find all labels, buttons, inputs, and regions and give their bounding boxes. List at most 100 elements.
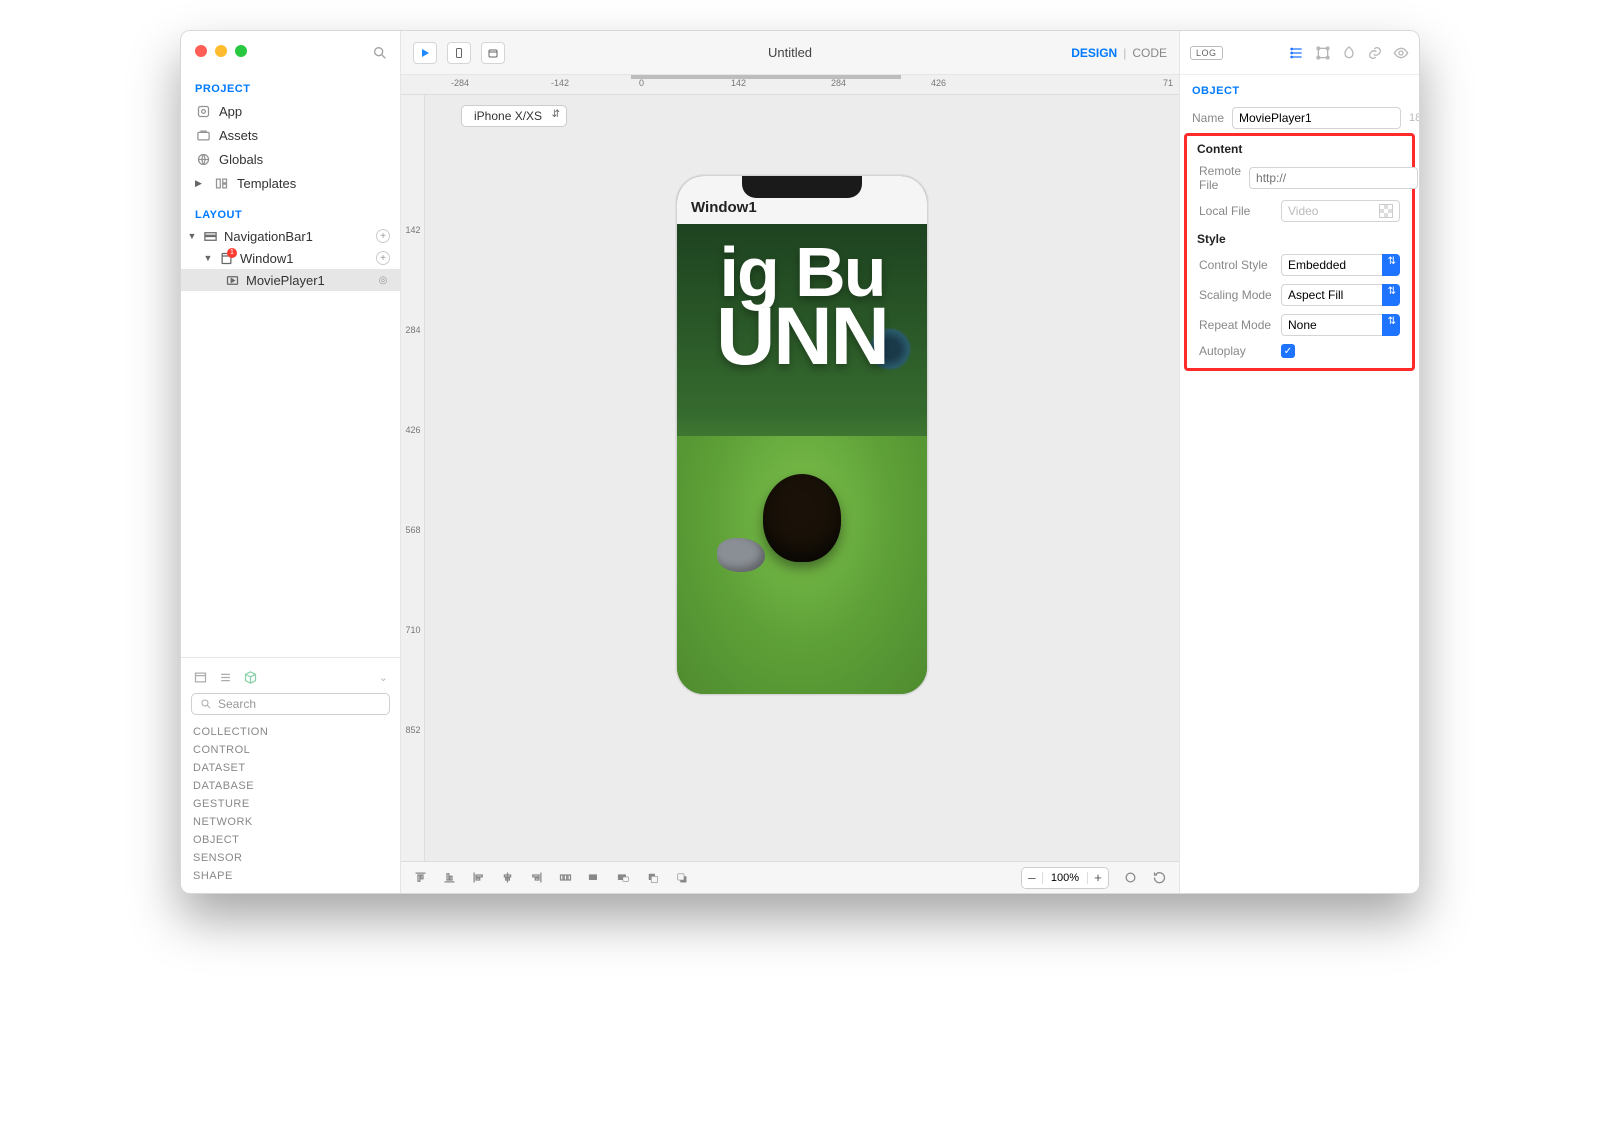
project-item-templates[interactable]: ▶ Templates <box>181 171 400 195</box>
library-category[interactable]: SENSOR <box>191 849 390 867</box>
minimize-window-button[interactable] <box>215 45 227 57</box>
design-canvas[interactable]: iPhone X/XS Window1 ig Bu UNN <box>425 95 1179 861</box>
align-left-icon[interactable] <box>471 870 486 885</box>
layout-section-label: LAYOUT <box>181 201 400 225</box>
align-right-icon[interactable] <box>529 870 544 885</box>
properties-tab-icon[interactable] <box>1289 45 1305 61</box>
object-section-label: OBJECT <box>1180 75 1419 103</box>
repeat-mode-select[interactable]: None <box>1281 314 1400 336</box>
remote-file-input[interactable] <box>1249 167 1418 189</box>
fullscreen-window-button[interactable] <box>235 45 247 57</box>
align-bottom-icon[interactable] <box>442 870 457 885</box>
app-window: PROJECT App Assets Globals ▶ Templates L… <box>180 30 1420 894</box>
disclosure-triangle-icon[interactable]: ▼ <box>187 231 197 241</box>
disclosure-triangle-icon[interactable]: ▼ <box>203 253 213 263</box>
property-label: Remote File <box>1199 164 1241 192</box>
zoom-value: 100% <box>1042 872 1088 884</box>
layout-item-navigationbar[interactable]: ▼ NavigationBar1 + <box>181 225 400 247</box>
project-sidebar: PROJECT App Assets Globals ▶ Templates L… <box>181 31 401 893</box>
calendar-button[interactable] <box>481 42 505 64</box>
device-button[interactable] <box>447 42 471 64</box>
control-style-select[interactable]: Embedded <box>1281 254 1400 276</box>
library-category[interactable]: GESTURE <box>191 795 390 813</box>
window-icon: 1 <box>219 251 234 266</box>
link-tab-icon[interactable] <box>1367 45 1383 61</box>
library-category[interactable]: NETWORK <box>191 813 390 831</box>
rotate-icon[interactable] <box>1152 870 1167 885</box>
zoom-out-button[interactable]: – <box>1022 868 1042 888</box>
zoom-control: – 100% + <box>1021 867 1109 889</box>
fit-icon[interactable] <box>1123 870 1138 885</box>
library-category[interactable]: DATASET <box>191 759 390 777</box>
highlighted-properties: Content Remote File Local File Video Sty… <box>1184 133 1415 371</box>
cube-icon[interactable] <box>243 670 258 685</box>
phone-notch <box>742 176 862 198</box>
play-button[interactable] <box>413 42 437 64</box>
library-search-input[interactable]: Search <box>191 693 390 715</box>
design-mode-tab[interactable]: DESIGN <box>1071 46 1117 60</box>
screens-icon[interactable] <box>587 870 602 885</box>
search-icon[interactable] <box>372 45 388 61</box>
phone-preview[interactable]: Window1 ig Bu UNN <box>676 175 928 695</box>
search-icon <box>200 698 212 710</box>
add-icon[interactable]: + <box>376 251 390 265</box>
code-mode-tab[interactable]: CODE <box>1132 46 1167 60</box>
library-category[interactable]: CONTROL <box>191 741 390 759</box>
name-property-row: Name 187 <box>1180 103 1419 133</box>
layout-item-movieplayer[interactable]: MoviePlayer1 ◎ <box>181 269 400 291</box>
name-input[interactable] <box>1232 107 1401 129</box>
screens-icon[interactable] <box>616 870 631 885</box>
add-icon[interactable]: + <box>376 229 390 243</box>
eye-tab-icon[interactable] <box>1393 45 1409 61</box>
window-controls <box>195 45 247 57</box>
layout-item-label: NavigationBar1 <box>224 229 313 244</box>
document-title: Untitled <box>768 45 812 60</box>
library-category[interactable]: SHAPE <box>191 867 390 885</box>
canvas-panel: Untitled DESIGN | CODE -284 -142 0 142 2… <box>401 31 1179 893</box>
zoom-in-button[interactable]: + <box>1088 868 1108 888</box>
autoplay-checkbox[interactable]: ✓ <box>1281 344 1295 358</box>
project-item-label: App <box>219 104 242 119</box>
overlap-back-icon[interactable] <box>645 870 660 885</box>
align-top-icon[interactable] <box>413 870 428 885</box>
align-center-icon[interactable] <box>500 870 515 885</box>
overlap-front-icon[interactable] <box>674 870 689 885</box>
list-icon[interactable] <box>218 670 233 685</box>
local-file-picker[interactable]: Video <box>1281 200 1400 222</box>
device-picker[interactable]: iPhone X/XS <box>461 105 567 127</box>
status-icon: ◎ <box>376 273 390 287</box>
panel-icon[interactable] <box>193 670 208 685</box>
close-window-button[interactable] <box>195 45 207 57</box>
movie-icon <box>225 273 240 288</box>
project-item-assets[interactable]: Assets <box>181 123 400 147</box>
style-tab-icon[interactable] <box>1341 45 1357 61</box>
project-section-label: PROJECT <box>181 75 400 99</box>
library-category[interactable]: DATABASE <box>191 777 390 795</box>
vertical-ruler: 142 284 426 568 710 852 <box>401 95 425 861</box>
navbar-icon <box>203 229 218 244</box>
style-group-header: Style <box>1187 226 1412 250</box>
property-label: Name <box>1192 111 1224 125</box>
content-group-header: Content <box>1187 136 1412 160</box>
project-item-globals[interactable]: Globals <box>181 147 400 171</box>
top-toolbar: Untitled DESIGN | CODE <box>401 31 1179 75</box>
library-category[interactable]: COLLECTION <box>191 723 390 741</box>
distribute-icon[interactable] <box>558 870 573 885</box>
log-button[interactable]: LOG <box>1190 46 1223 60</box>
disclosure-triangle-icon[interactable]: ▶ <box>195 178 205 189</box>
bounds-tab-icon[interactable] <box>1315 45 1331 61</box>
chevron-down-icon[interactable]: ⌄ <box>379 671 388 684</box>
project-item-label: Templates <box>237 176 296 191</box>
project-item-app[interactable]: App <box>181 99 400 123</box>
scaling-mode-select[interactable]: Aspect Fill <box>1281 284 1400 306</box>
bottom-toolbar: – 100% + <box>401 861 1179 893</box>
property-label: Control Style <box>1199 258 1273 272</box>
layout-item-window[interactable]: ▼ 1 Window1 + <box>181 247 400 269</box>
checker-icon <box>1379 204 1393 218</box>
search-placeholder: Search <box>218 697 256 711</box>
layout-item-label: MoviePlayer1 <box>246 273 325 288</box>
library-category[interactable]: OBJECT <box>191 831 390 849</box>
horizontal-ruler: -284 -142 0 142 284 426 71 <box>401 75 1179 95</box>
inspector-panel: LOG OBJECT Name 187 Content Remote File <box>1179 31 1419 893</box>
layout-item-label: Window1 <box>240 251 293 266</box>
